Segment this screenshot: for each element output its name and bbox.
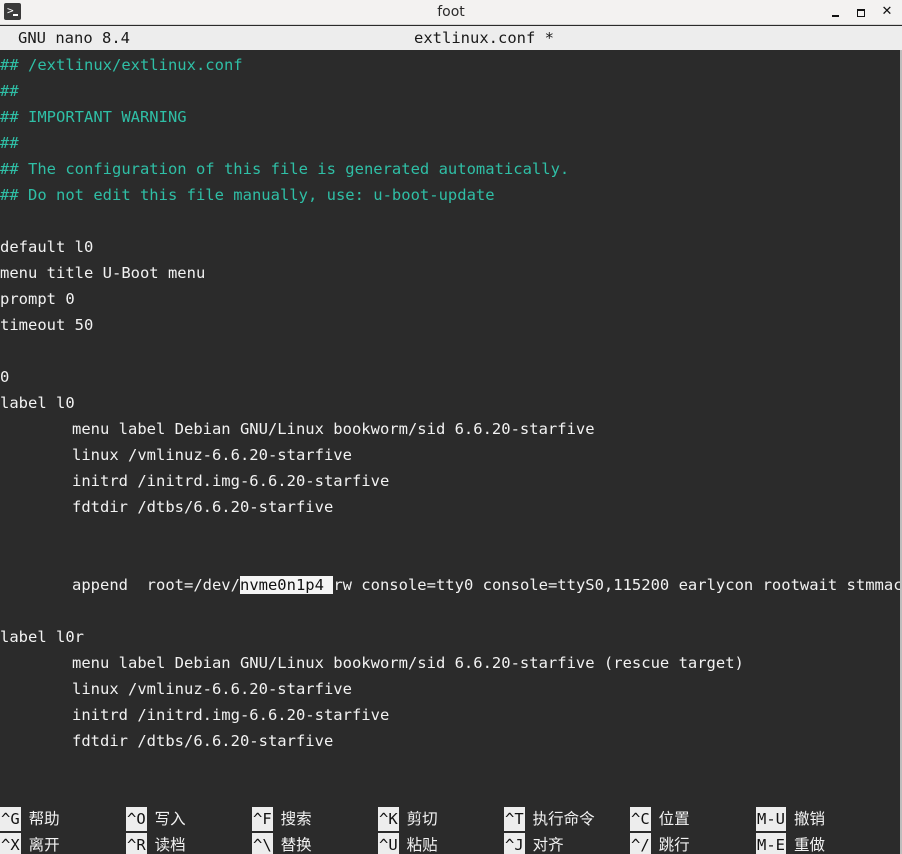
shortcut-key: ^F: [252, 807, 273, 831]
title-bar[interactable]: > foot ✕: [0, 0, 902, 25]
text-line[interactable]: initrd /initrd.img-6.6.20-starfive: [0, 702, 389, 728]
terminal-window: > foot ✕ GNU nano 8.4 extlinux.conf * ##…: [0, 0, 902, 854]
text-line[interactable]: ## The configuration of this file is gen…: [0, 156, 569, 182]
text-line[interactable]: menu label Debian GNU/Linux bookworm/sid…: [0, 650, 744, 676]
shortcut-label: 替换: [280, 836, 312, 854]
shortcut-key: ^G: [0, 807, 21, 831]
text-line[interactable]: default l0: [0, 234, 93, 260]
append-prefix[interactable]: append root=/dev/: [72, 576, 240, 594]
shortcut-label: 离开: [28, 836, 60, 854]
close-icon[interactable]: ✕: [877, 2, 897, 22]
text-line[interactable]: 0: [0, 364, 9, 390]
shortcut-write[interactable]: ^O 写入: [126, 806, 186, 832]
shortcut-label: 跳行: [658, 836, 690, 854]
shortcut-bar: ^G 帮助 ^O 写入 ^F 搜索 ^K 剪切 ^T 执行命令 ^C 位置 M-U 撤销 ^X…: [0, 804, 902, 854]
shortcut-redo[interactable]: M-E 重做: [756, 832, 825, 854]
shortcut-key: ^K: [378, 807, 399, 831]
text-line[interactable]: ## IMPORTANT WARNING: [0, 104, 187, 130]
text-line[interactable]: label l0r: [0, 624, 84, 650]
file-name: extlinux.conf *: [414, 29, 554, 47]
text-line[interactable]: linux /vmlinuz-6.6.20-starfive: [0, 676, 352, 702]
selected-text[interactable]: nvme0n1p4: [239, 576, 334, 594]
append-rest[interactable]: rw console=tty0 console=ttyS0,115200 ear…: [333, 576, 902, 594]
text-line[interactable]: ##: [0, 130, 19, 156]
shortcut-key: M-E: [756, 833, 786, 854]
shortcut-location[interactable]: ^C 位置: [630, 806, 690, 832]
shortcut-key: ^C: [630, 807, 651, 831]
shortcut-key: ^\: [252, 833, 273, 854]
text-line[interactable]: menu title U-Boot menu: [0, 260, 205, 286]
shortcut-label: 执行命令: [532, 810, 595, 828]
text-line[interactable]: linux /vmlinuz-6.6.20-starfive: [0, 442, 352, 468]
shortcut-label: 重做: [794, 836, 826, 854]
text-line[interactable]: fdtdir /dtbs/6.6.20-starfive: [0, 728, 333, 754]
nano-header-bar: GNU nano 8.4 extlinux.conf *: [0, 26, 902, 50]
shortcut-execute[interactable]: ^T 执行命令: [504, 806, 595, 832]
shortcut-label: 帮助: [28, 810, 60, 828]
shortcut-exit[interactable]: ^X 离开: [0, 832, 60, 854]
shortcut-label: 读档: [154, 836, 186, 854]
maximize-icon[interactable]: [851, 2, 871, 22]
shortcut-key: M-U: [756, 807, 786, 831]
text-line[interactable]: menu label Debian GNU/Linux bookworm/sid…: [0, 416, 595, 442]
text-line[interactable]: prompt 0: [0, 286, 75, 312]
text-line[interactable]: ## /extlinux/extlinux.conf: [0, 52, 243, 78]
shortcut-key: ^/: [630, 833, 651, 854]
append-line[interactable]: append root=/dev/nvme0n1p4 rw console=tt…: [0, 572, 902, 598]
shortcut-replace[interactable]: ^\ 替换: [252, 832, 312, 854]
text-line[interactable]: ## Do not edit this file manually, use: …: [0, 182, 495, 208]
shortcut-read-file[interactable]: ^R 读档: [126, 832, 186, 854]
text-line[interactable]: fdtdir /dtbs/6.6.20-starfive: [0, 494, 333, 520]
shortcut-label: 对齐: [532, 836, 564, 854]
shortcut-label: 位置: [658, 810, 690, 828]
shortcut-go-to-line[interactable]: ^/ 跳行: [630, 832, 690, 854]
minimize-icon[interactable]: [825, 2, 845, 22]
shortcut-undo[interactable]: M-U 撤销: [756, 806, 825, 832]
shortcut-key: ^U: [378, 833, 399, 854]
text-line[interactable]: ##: [0, 78, 19, 104]
shortcut-label: 剪切: [406, 810, 438, 828]
shortcut-key: ^J: [504, 833, 525, 854]
text-line[interactable]: label l0: [0, 390, 75, 416]
shortcut-key: ^R: [126, 833, 147, 854]
nano-version: GNU nano 8.4: [18, 29, 130, 47]
shortcut-paste[interactable]: ^U 粘贴: [378, 832, 438, 854]
shortcut-search[interactable]: ^F 搜索: [252, 806, 312, 832]
text-line[interactable]: timeout 50: [0, 312, 93, 338]
shortcut-label: 写入: [154, 810, 186, 828]
shortcut-key: ^X: [0, 833, 21, 854]
shortcut-key: ^O: [126, 807, 147, 831]
shortcut-cut[interactable]: ^K 剪切: [378, 806, 438, 832]
shortcut-justify[interactable]: ^J 对齐: [504, 832, 564, 854]
shortcut-key: ^T: [504, 807, 525, 831]
text-line[interactable]: initrd /initrd.img-6.6.20-starfive: [0, 468, 389, 494]
shortcut-help[interactable]: ^G 帮助: [0, 806, 60, 832]
shortcut-label: 粘贴: [406, 836, 438, 854]
shortcut-label: 搜索: [280, 810, 312, 828]
window-title: foot: [437, 4, 465, 20]
shortcut-label: 撤销: [794, 810, 826, 828]
